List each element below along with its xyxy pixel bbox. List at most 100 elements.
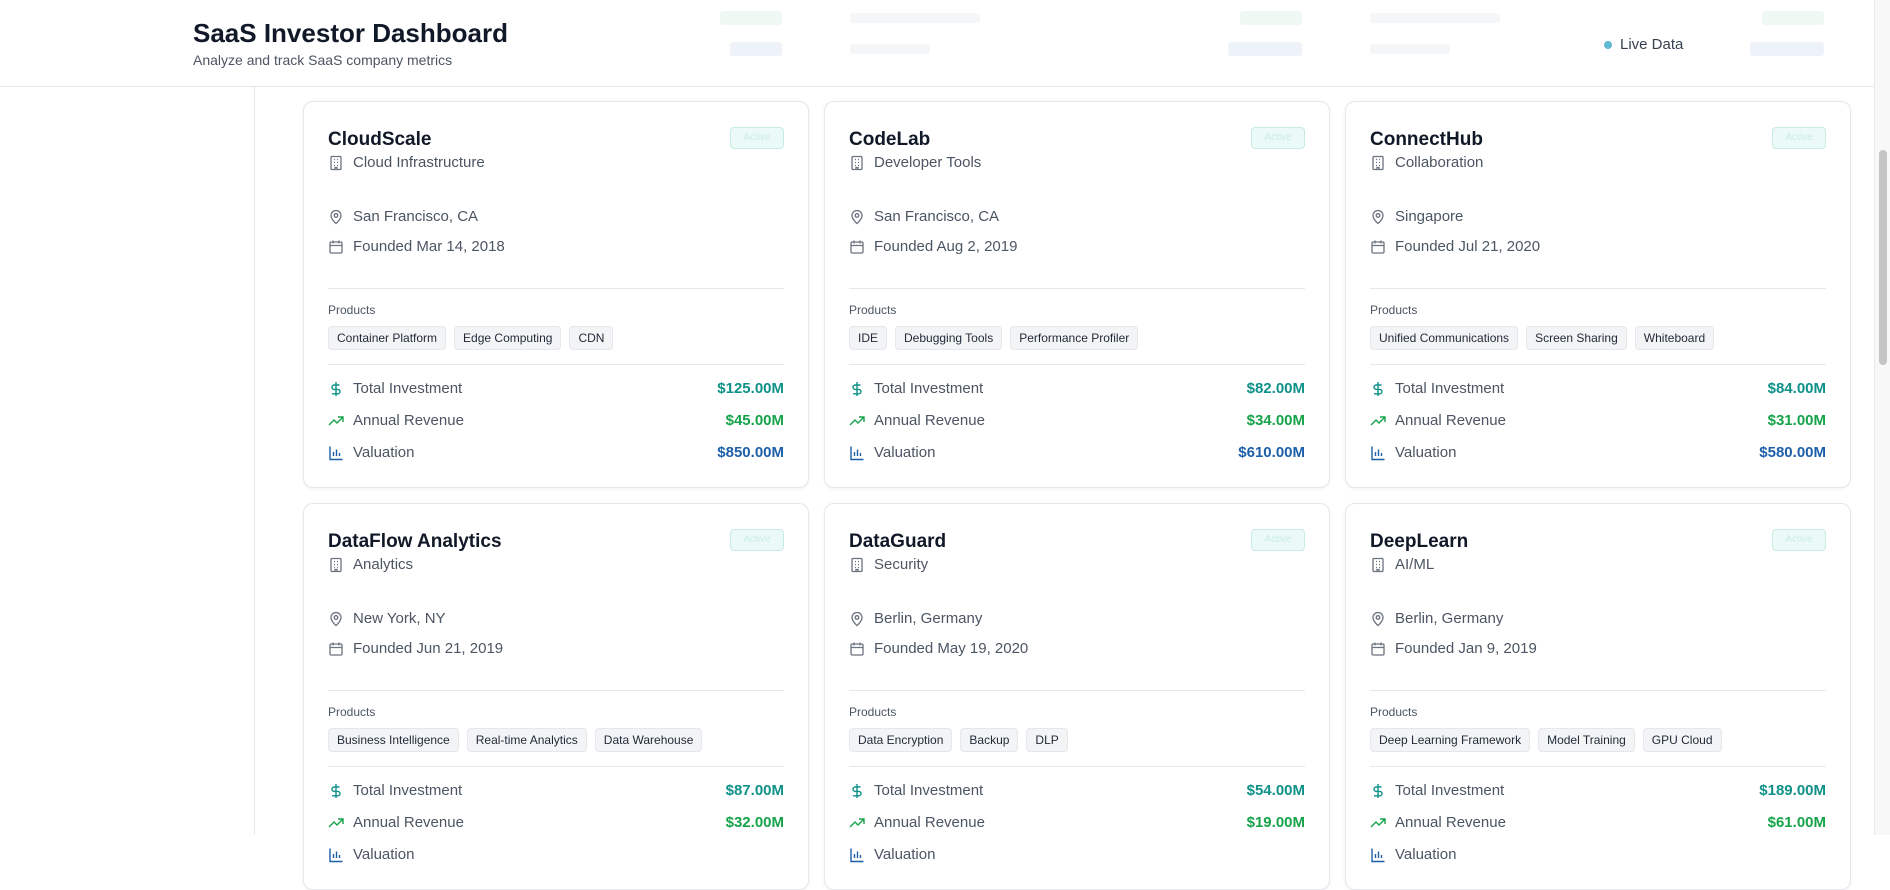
- products-heading: Products: [328, 303, 376, 317]
- valuation-label: Valuation: [1395, 444, 1457, 461]
- scrolled-content-ghost: [0, 0, 1874, 60]
- map-pin-icon: [330, 611, 342, 626]
- company-category: Cloud Infrastructure: [328, 154, 485, 171]
- trending-up-icon: [849, 415, 865, 425]
- map-pin-icon: [330, 209, 342, 224]
- dollar-icon: [331, 783, 341, 798]
- product-tags: IDE Debugging Tools Performance Profiler: [849, 326, 1139, 350]
- company-founded: Founded Jul 21, 2020: [1370, 238, 1540, 255]
- status-badge: Active: [1772, 529, 1826, 551]
- location-label: Berlin, Germany: [1395, 610, 1504, 627]
- product-tag: Real-time Analytics: [466, 728, 587, 752]
- valuation-label: Valuation: [353, 444, 415, 461]
- annual-revenue-row: Annual Revenue $19.00M: [849, 814, 1305, 831]
- category-label: Collaboration: [1395, 154, 1484, 171]
- product-tags: Data Encryption Backup DLP: [849, 728, 1068, 752]
- product-tag: DLP: [1026, 728, 1068, 752]
- annual-revenue-row: Annual Revenue $45.00M: [328, 412, 784, 429]
- product-tags: Deep Learning Framework Model Training GPU…: [1370, 728, 1722, 752]
- product-tags: Container Platform Edge Computing CDN: [328, 326, 614, 350]
- divider: [1370, 288, 1826, 289]
- divider: [328, 766, 784, 767]
- total-investment-label: Total Investment: [353, 782, 463, 799]
- building-icon: [330, 155, 342, 170]
- valuation-row: Valuation: [849, 846, 1305, 863]
- company-name: ConnectHub: [1370, 129, 1483, 150]
- company-card[interactable]: CloudScale Active Cloud Infrastructure S…: [303, 101, 809, 488]
- company-founded: Founded Jun 21, 2019: [328, 640, 503, 657]
- status-badge: Active: [730, 529, 784, 551]
- dollar-icon: [331, 381, 341, 396]
- company-name: DataFlow Analytics: [328, 531, 502, 552]
- bar-chart-icon: [1371, 848, 1385, 862]
- bar-chart-icon: [329, 848, 343, 862]
- company-card[interactable]: DeepLearn Active AI/ML Berlin, Germany F…: [1345, 503, 1851, 890]
- location-label: San Francisco, CA: [874, 208, 1000, 225]
- page-scrollbar[interactable]: [1874, 0, 1890, 835]
- location-label: Singapore: [1395, 208, 1464, 225]
- dollar-icon: [852, 783, 862, 798]
- valuation-row: Valuation: [1370, 846, 1826, 863]
- annual-revenue-row: Annual Revenue $31.00M: [1370, 412, 1826, 429]
- map-pin-icon: [1372, 209, 1384, 224]
- company-category: Analytics: [328, 556, 413, 573]
- total-investment-value: $125.00M: [717, 380, 784, 397]
- divider: [1370, 766, 1826, 767]
- calendar-icon: [329, 642, 343, 656]
- bar-chart-icon: [850, 446, 864, 460]
- products-heading: Products: [1370, 303, 1418, 317]
- total-investment-value: $87.00M: [725, 782, 784, 799]
- status-badge: Active: [1772, 127, 1826, 149]
- bar-chart-icon: [329, 446, 343, 460]
- product-tag: Data Warehouse: [594, 728, 703, 752]
- location-label: New York, NY: [353, 610, 446, 627]
- total-investment-row: Total Investment $189.00M: [1370, 782, 1826, 799]
- product-tag: Data Encryption: [849, 728, 953, 752]
- product-tag: Whiteboard: [1634, 326, 1715, 350]
- annual-revenue-value: $34.00M: [1246, 412, 1305, 429]
- total-investment-row: Total Investment $84.00M: [1370, 380, 1826, 397]
- location-label: Berlin, Germany: [874, 610, 983, 627]
- company-location: San Francisco, CA: [849, 208, 999, 225]
- product-tag: Edge Computing: [454, 326, 562, 350]
- founded-label: Founded Aug 2, 2019: [874, 238, 1018, 255]
- calendar-icon: [850, 642, 864, 656]
- annual-revenue-value: $32.00M: [725, 814, 784, 831]
- valuation-label: Valuation: [353, 846, 415, 863]
- dollar-icon: [1373, 381, 1383, 396]
- building-icon: [851, 557, 863, 572]
- company-name: CloudScale: [328, 129, 432, 150]
- product-tag: Container Platform: [328, 326, 447, 350]
- company-card[interactable]: ConnectHub Active Collaboration Singapor…: [1345, 101, 1851, 488]
- calendar-icon: [1371, 240, 1385, 254]
- valuation-row: Valuation $610.00M: [849, 444, 1305, 461]
- founded-label: Founded Mar 14, 2018: [353, 238, 505, 255]
- company-location: Singapore: [1370, 208, 1463, 225]
- company-founded: Founded Aug 2, 2019: [849, 238, 1017, 255]
- divider: [849, 364, 1305, 365]
- company-category: Developer Tools: [849, 154, 981, 171]
- company-name: CodeLab: [849, 129, 931, 150]
- product-tag: IDE: [849, 326, 888, 350]
- company-location: New York, NY: [328, 610, 446, 627]
- valuation-value: $850.00M: [717, 444, 784, 461]
- building-icon: [851, 155, 863, 170]
- annual-revenue-label: Annual Revenue: [874, 412, 985, 429]
- product-tag: Performance Profiler: [1010, 326, 1139, 350]
- annual-revenue-label: Annual Revenue: [353, 412, 464, 429]
- company-card[interactable]: DataFlow Analytics Active Analytics New …: [303, 503, 809, 890]
- product-tag: GPU Cloud: [1642, 728, 1722, 752]
- category-label: Cloud Infrastructure: [353, 154, 485, 171]
- valuation-value: $580.00M: [1759, 444, 1826, 461]
- company-card[interactable]: DataGuard Active Security Berlin, German…: [824, 503, 1330, 890]
- total-investment-value: $189.00M: [1759, 782, 1826, 799]
- scrollbar-thumb[interactable]: [1879, 150, 1887, 365]
- total-investment-label: Total Investment: [874, 782, 984, 799]
- annual-revenue-label: Annual Revenue: [874, 814, 985, 831]
- company-card[interactable]: CodeLab Active Developer Tools San Franc…: [824, 101, 1330, 488]
- valuation-label: Valuation: [874, 444, 936, 461]
- products-heading: Products: [849, 303, 897, 317]
- company-location: Berlin, Germany: [849, 610, 982, 627]
- total-investment-row: Total Investment $87.00M: [328, 782, 784, 799]
- category-label: Security: [874, 556, 929, 573]
